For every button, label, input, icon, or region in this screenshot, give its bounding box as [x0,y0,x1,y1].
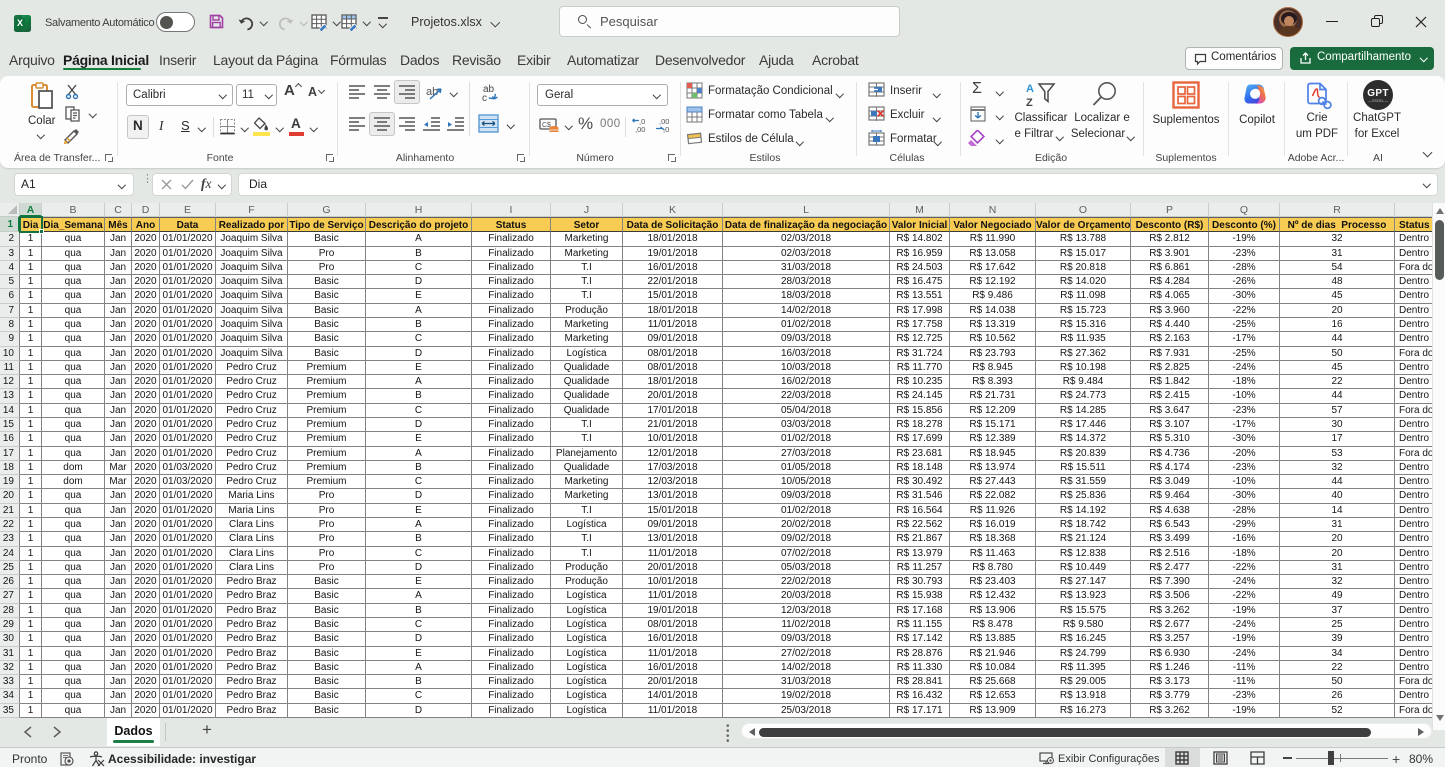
svg-text:,00: ,00 [635,125,645,134]
svg-text:Z: Z [1026,97,1033,109]
svg-text:c: c [482,93,487,103]
svg-text:A: A [1026,83,1034,95]
